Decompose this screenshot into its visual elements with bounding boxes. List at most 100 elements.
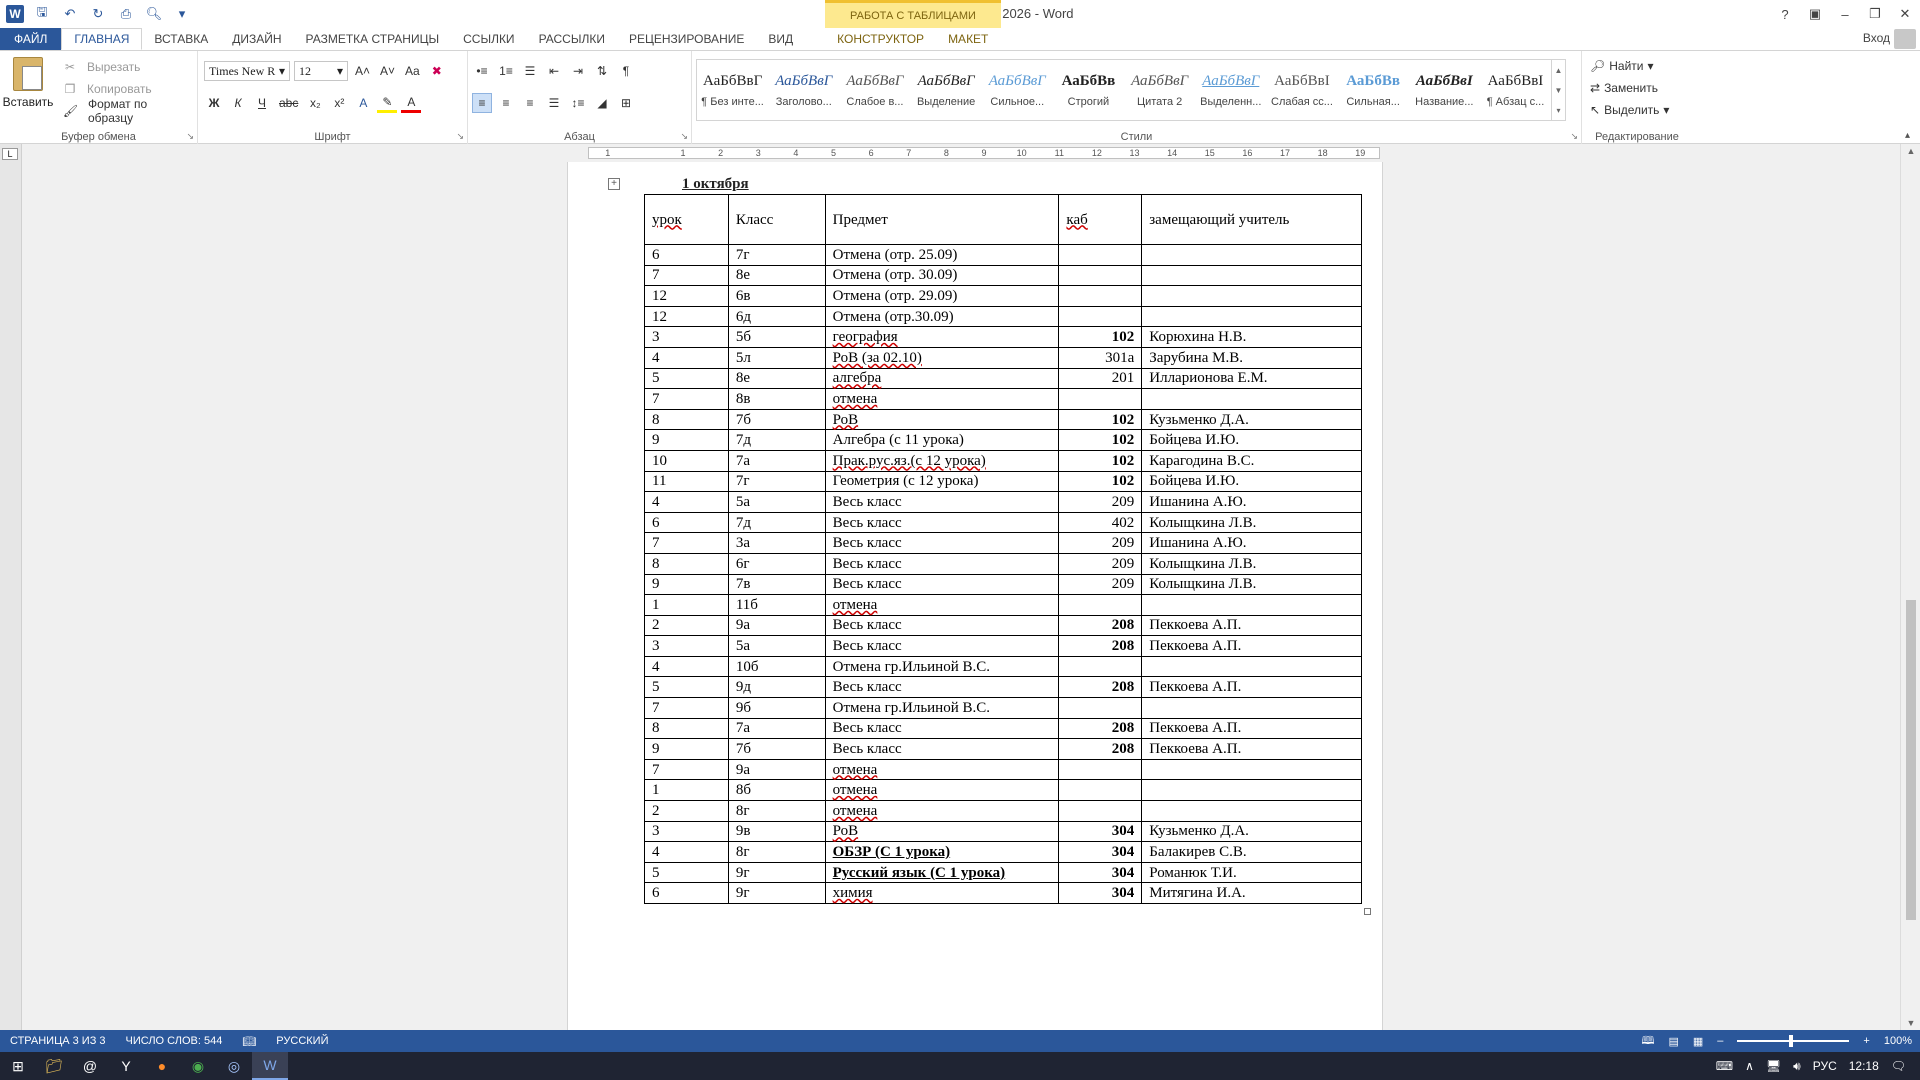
cell-subject[interactable]: отмена <box>824 779 1060 802</box>
cell-class[interactable]: 8г <box>727 800 826 822</box>
cell-subject[interactable]: Весь класс <box>824 717 1060 740</box>
cell-subject[interactable]: Отмена (отр. 25.09) <box>824 244 1060 266</box>
cell-subject[interactable]: РоВ <box>824 408 1060 431</box>
cut-button[interactable]: ✂ Вырезать <box>60 57 143 77</box>
sort-icon[interactable]: ⇅ <box>592 61 612 81</box>
col-header-room[interactable]: каб <box>1058 194 1143 245</box>
cell-subject[interactable]: география <box>824 326 1060 348</box>
cell-class[interactable]: 7в <box>727 573 826 596</box>
style-no-spacing[interactable]: АаБбВвГ ¶ Без инте... <box>697 60 768 120</box>
cell-lesson[interactable]: 8 <box>644 717 729 740</box>
cell-class[interactable]: 8в <box>727 388 826 410</box>
style-emphasis[interactable]: АаБбВвГ Выделение <box>911 60 982 120</box>
tab-references[interactable]: ССЫЛКИ <box>451 28 526 50</box>
help-icon[interactable]: ? <box>1770 7 1800 22</box>
table-row[interactable]: 3 5б география 102 Корюхина Н.В. <box>644 326 1362 348</box>
clipboard-launcher-icon[interactable]: ↘ <box>186 131 194 142</box>
paragraph-launcher-icon[interactable]: ↘ <box>680 131 688 142</box>
cell-room[interactable] <box>1058 655 1143 678</box>
table-row[interactable]: 1 8б отмена <box>644 779 1362 802</box>
cell-lesson[interactable]: 12 <box>644 285 729 307</box>
cell-lesson[interactable]: 11 <box>644 470 729 493</box>
cell-teacher[interactable]: Пеккоева А.П. <box>1141 614 1362 637</box>
cell-class[interactable]: 8г <box>727 841 826 863</box>
table-row[interactable]: 9 7в Весь класс 209 Колыщкина Л.В. <box>644 573 1362 596</box>
cell-lesson[interactable]: 10 <box>644 449 729 472</box>
cell-class[interactable]: 7а <box>727 717 826 740</box>
cell-room[interactable]: 102 <box>1058 470 1143 493</box>
font-size-select[interactable]: 12 ▾ <box>294 61 348 81</box>
cell-teacher[interactable]: Пеккоева А.П. <box>1141 676 1362 699</box>
tab-review[interactable]: РЕЦЕНЗИРОВАНИЕ <box>617 28 756 50</box>
styles-launcher-icon[interactable]: ↘ <box>1570 131 1578 142</box>
cell-teacher[interactable]: Колыщкина Л.В. <box>1141 552 1362 575</box>
bold-button[interactable]: Ж <box>204 93 224 113</box>
cell-room[interactable]: 208 <box>1058 614 1143 637</box>
print-preview-icon[interactable]: 🔍︎ <box>144 4 164 24</box>
undo-icon[interactable]: ↶ <box>60 4 80 24</box>
zoom-slider[interactable] <box>1737 1035 1850 1047</box>
cell-room[interactable]: 201 <box>1058 367 1143 390</box>
style-intense-quote[interactable]: АаБбВвГ Выделенн... <box>1195 60 1266 120</box>
word-count[interactable]: ЧИСЛО СЛОВ: 544 <box>116 1035 233 1047</box>
chevron-up-icon[interactable]: ▲ <box>1555 66 1563 75</box>
tab-insert[interactable]: ВСТАВКА <box>142 28 220 50</box>
cell-lesson[interactable]: 7 <box>644 758 729 781</box>
windows-start-icon[interactable]: ⊞ <box>0 1052 36 1080</box>
highlight-icon[interactable]: ✎ <box>377 93 398 113</box>
cell-class[interactable]: 11б <box>727 594 826 616</box>
cell-teacher[interactable]: Колыщкина Л.В. <box>1141 573 1362 596</box>
document-page[interactable]: + 1 октября урок Класс Предмет каб замещ… <box>567 162 1383 1030</box>
cell-room[interactable] <box>1058 594 1143 616</box>
read-mode-icon[interactable]: 🕮︎ <box>1642 1032 1655 1051</box>
volume-icon[interactable]: 🔊︎ <box>1793 1059 1801 1074</box>
clock[interactable]: 12:18 <box>1849 1059 1879 1073</box>
cell-class[interactable]: 7г <box>727 244 826 266</box>
cell-subject[interactable]: Отмена (отр.30.09) <box>824 305 1060 328</box>
zoom-level[interactable]: 100% <box>1884 1035 1912 1047</box>
multilevel-list-icon[interactable]: ☰ <box>520 61 540 81</box>
cell-teacher[interactable] <box>1141 264 1362 287</box>
table-row[interactable]: 1 11б отмена <box>644 594 1362 616</box>
tab-mailings[interactable]: РАССЫЛКИ <box>527 28 617 50</box>
table-row[interactable]: 10 7а Прак.рус.яз.(с 12 урока) 102 Карагодин… <box>644 449 1362 472</box>
cell-lesson[interactable]: 9 <box>644 738 729 760</box>
table-row[interactable]: 2 9а Весь класс 208 Пеккоева А.П. <box>644 614 1362 637</box>
at-sign-icon[interactable]: @ <box>72 1052 108 1080</box>
cell-class[interactable]: 7г <box>727 470 826 493</box>
clear-formatting-icon[interactable]: ✖ <box>427 61 447 81</box>
style-intense-reference[interactable]: АаБбВв Сильная... <box>1338 60 1409 120</box>
cell-room[interactable] <box>1058 388 1143 410</box>
chevron-up-icon[interactable]: ∧ <box>1745 1059 1754 1073</box>
cell-teacher[interactable] <box>1141 305 1362 328</box>
cell-teacher[interactable]: Пеккоева А.П. <box>1141 635 1362 657</box>
cell-room[interactable] <box>1058 264 1143 287</box>
cell-class[interactable]: 7д <box>727 429 826 451</box>
table-row[interactable]: 6 7д Весь класс 402 Колыщкина Л.В. <box>644 511 1362 534</box>
replace-button[interactable]: ⇄ Заменить <box>1590 77 1669 99</box>
cell-subject[interactable]: Алгебра (с 11 урока) <box>824 429 1060 451</box>
cell-lesson[interactable]: 7 <box>644 697 729 719</box>
justify-icon[interactable]: ☰ <box>544 93 564 113</box>
cell-subject[interactable]: Отмена гр.Ильиной В.С. <box>824 655 1060 678</box>
page-count[interactable]: СТРАНИЦА 3 ИЗ 3 <box>0 1035 116 1047</box>
cell-teacher[interactable] <box>1141 244 1362 266</box>
tab-view[interactable]: ВИД <box>756 28 805 50</box>
table-row[interactable]: 2 8г отмена <box>644 800 1362 822</box>
cell-teacher[interactable]: Илларионова Е.М. <box>1141 367 1362 390</box>
cell-subject[interactable]: химия <box>824 882 1060 904</box>
font-name-select[interactable]: Times New R ▾ <box>204 61 290 81</box>
cell-lesson[interactable]: 1 <box>644 779 729 802</box>
subscript-button[interactable]: x₂ <box>305 93 325 113</box>
cell-lesson[interactable]: 6 <box>644 511 729 534</box>
cell-teacher[interactable] <box>1141 800 1362 822</box>
cell-class[interactable]: 8е <box>727 367 826 390</box>
print-layout-icon[interactable]: ▤ <box>1668 1035 1678 1048</box>
cell-lesson[interactable]: 1 <box>644 594 729 616</box>
cell-subject[interactable]: отмена <box>824 758 1060 781</box>
cell-teacher[interactable]: Ишанина А.Ю. <box>1141 532 1362 554</box>
cell-room[interactable] <box>1058 305 1143 328</box>
cell-class[interactable]: 8е <box>727 264 826 287</box>
scroll-down-icon[interactable]: ▼ <box>1901 1018 1920 1028</box>
proofing-icon[interactable]: 📖︎ <box>232 1035 266 1048</box>
